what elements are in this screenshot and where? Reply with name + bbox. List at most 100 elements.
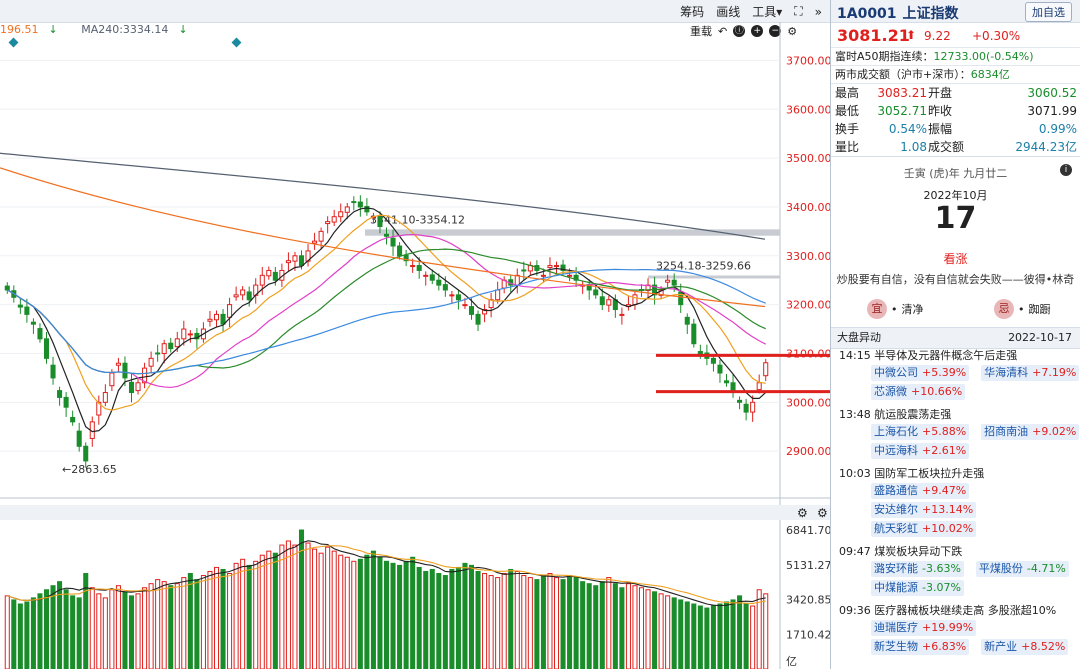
stock-pct: +9.02% bbox=[1032, 425, 1077, 438]
turnover-label: 两市成交额（沪市+深市）： bbox=[835, 68, 971, 81]
volume-bar bbox=[331, 550, 337, 669]
event-title: 10:03 国防军工板块拉升走强 bbox=[839, 467, 985, 480]
candle bbox=[743, 403, 749, 413]
add-watchlist-button[interactable]: 加自选 bbox=[1025, 2, 1072, 22]
event-item[interactable]: 13:48 航运股震荡走强 上海石化 +5.88% 招商南油 +9.02% 中远海科 +2.… bbox=[831, 406, 1080, 459]
volume-bar bbox=[148, 583, 154, 669]
index-code: 1A0001 bbox=[837, 6, 897, 22]
price-tick-label: 3300.00 bbox=[786, 250, 830, 263]
volume-bar bbox=[397, 564, 403, 669]
info-icon[interactable]: i bbox=[1060, 164, 1072, 176]
stock-pct: +19.99% bbox=[922, 621, 974, 634]
stock-chip[interactable]: 华海清科 +7.19% bbox=[981, 365, 1080, 381]
stock-pct: -4.71% bbox=[1026, 562, 1066, 575]
event-item[interactable]: 09:47 煤炭板块异动下跌 潞安环能 -3.63% 平煤股份 -4.71% 中煤能源 -3… bbox=[831, 543, 1080, 596]
volume-bar bbox=[253, 560, 259, 669]
candle bbox=[161, 343, 167, 354]
stock-chip[interactable]: 盛路通信 +9.47% bbox=[871, 483, 970, 499]
stock-chip[interactable]: 平煤股份 -4.71% bbox=[975, 561, 1069, 577]
stat-label: 量比 bbox=[835, 140, 860, 154]
stock-name: 迪瑞医疗 bbox=[874, 621, 918, 634]
stock-chip[interactable]: 潞安环能 -3.63% bbox=[871, 561, 964, 577]
candle bbox=[567, 274, 573, 277]
quote-header: 1A0001 上证指数 加自选 bbox=[831, 0, 1080, 23]
yi-item: 宜 • 清净 bbox=[867, 299, 924, 319]
event-item[interactable]: 14:15 半导体及元器件概念午后走强 中微公司 +5.39% 华海清科 +7.19% 芯… bbox=[831, 347, 1080, 400]
price-change-pct: +0.30% bbox=[972, 29, 1021, 43]
volume-bar bbox=[403, 560, 409, 669]
volume-bar bbox=[743, 603, 749, 669]
volume-bar bbox=[213, 566, 220, 669]
stock-chip[interactable]: 芯源微 +10.66% bbox=[871, 384, 966, 400]
volume-bar bbox=[266, 550, 272, 669]
candle bbox=[468, 306, 475, 315]
stats-row: 换手 0.54% 振幅 0.99% bbox=[831, 120, 1080, 138]
volume-bar bbox=[495, 577, 501, 669]
volume-bar bbox=[671, 597, 677, 669]
stock-chip[interactable]: 中远海科 +2.61% bbox=[871, 443, 970, 459]
stock-chip[interactable]: 新产业 +8.52% bbox=[981, 639, 1069, 655]
price-change: 9.22 bbox=[924, 29, 951, 43]
volume-bar bbox=[4, 595, 10, 669]
daily-quote: 炒股要有自信，没有自信就会失败——彼得•林奇 bbox=[836, 273, 1075, 286]
stat-label: 振幅 bbox=[928, 122, 953, 136]
stock-name: 招商南油 bbox=[984, 425, 1029, 438]
candle bbox=[436, 279, 442, 286]
event-item[interactable]: 10:03 国防军工板块拉升走强盛路通信 +9.47% 安达维尔 +13.14% 航天彩… bbox=[831, 465, 1080, 537]
volume-bar bbox=[50, 585, 56, 669]
stat-label: 昨收 bbox=[928, 104, 953, 118]
candle bbox=[717, 364, 723, 374]
stock-name: 新产业 bbox=[984, 640, 1018, 653]
volume-bar bbox=[737, 595, 743, 669]
kline-chart[interactable]: ⚙ ⚙ 3700.00 3600.00 3500.00 3400.00 3300.00 320… bbox=[0, 0, 830, 669]
volume-bar bbox=[540, 575, 546, 669]
volume-bar bbox=[96, 593, 102, 669]
stock-chip[interactable]: 招商南油 +9.02% bbox=[981, 424, 1080, 440]
candle bbox=[115, 362, 121, 366]
volume-bar bbox=[652, 591, 658, 669]
volume-bar bbox=[482, 573, 488, 669]
candle bbox=[285, 260, 291, 264]
candle bbox=[495, 289, 501, 301]
candle bbox=[233, 294, 239, 298]
candle bbox=[697, 351, 703, 354]
stat-value: 0.54% bbox=[888, 122, 927, 136]
volume-bar bbox=[377, 556, 383, 669]
candle bbox=[24, 306, 30, 315]
stock-name: 上海石化 bbox=[874, 425, 918, 438]
stock-chip[interactable]: 新芝生物 +6.83% bbox=[871, 639, 970, 655]
volume-bar bbox=[567, 575, 573, 669]
volume-bar bbox=[429, 568, 435, 669]
volume-bar bbox=[750, 605, 756, 669]
price-tick-label: 3400.00 bbox=[786, 201, 830, 214]
stock-chip[interactable]: 中微公司 +5.39% bbox=[871, 365, 970, 381]
volume-tick-label: 3420.85 bbox=[786, 594, 830, 607]
a50-value: 12733.00(-0.54%) bbox=[933, 50, 1034, 63]
stock-chip[interactable]: 上海石化 +5.88% bbox=[871, 424, 970, 440]
stat-label: 开盘 bbox=[928, 86, 953, 100]
candle bbox=[423, 274, 429, 277]
volume-bar bbox=[37, 593, 43, 669]
candle bbox=[122, 362, 128, 379]
event-title: 09:36 医疗器械板块继续走高 多股涨超10% bbox=[839, 604, 1057, 617]
candle bbox=[462, 304, 468, 307]
stock-chip[interactable]: 安达维尔 +13.14% bbox=[871, 502, 977, 518]
volume-bar bbox=[17, 603, 23, 669]
candle bbox=[475, 313, 481, 325]
stock-name: 盛路通信 bbox=[874, 484, 918, 497]
candle bbox=[240, 289, 246, 296]
volume-bar bbox=[292, 544, 298, 669]
candle bbox=[606, 299, 612, 306]
candle bbox=[318, 230, 324, 242]
volume-bar bbox=[30, 597, 36, 669]
volume-bar bbox=[168, 585, 174, 669]
stock-chip[interactable]: 中煤能源 -3.07% bbox=[871, 580, 964, 596]
event-item[interactable]: 09:36 医疗器械板块继续走高 多股涨超10% 迪瑞医疗 +19.99% 新芝生物 +… bbox=[831, 602, 1080, 655]
ma30-line bbox=[6, 248, 766, 375]
volume-bar bbox=[475, 570, 481, 669]
candle bbox=[220, 313, 226, 325]
candle bbox=[187, 333, 193, 336]
stock-chip[interactable]: 航天彩虹 +10.02% bbox=[871, 521, 977, 537]
volume-bar bbox=[233, 562, 239, 669]
stock-chip[interactable]: 迪瑞医疗 +19.99% bbox=[871, 620, 977, 636]
